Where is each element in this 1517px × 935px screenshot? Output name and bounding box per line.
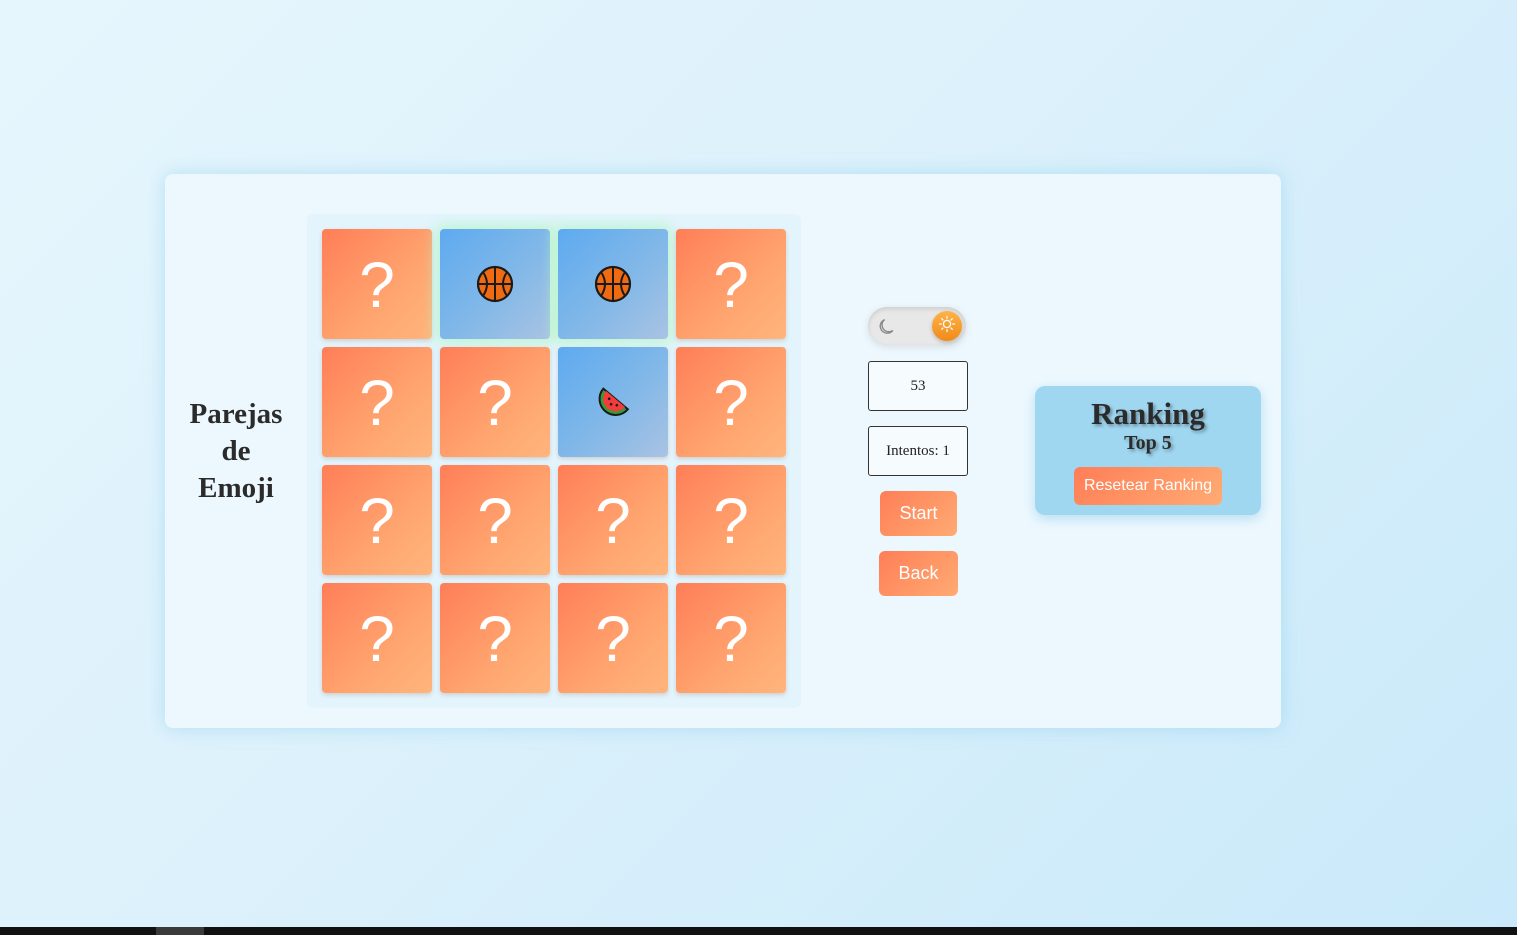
- basketball-icon: [476, 265, 514, 303]
- memory-card[interactable]: ?: [558, 583, 668, 693]
- question-mark: ?: [595, 603, 631, 675]
- timer-value: 53: [910, 377, 926, 394]
- memory-card[interactable]: ?: [676, 347, 786, 457]
- memory-card[interactable]: [558, 347, 668, 457]
- title-line: Emoji: [198, 472, 274, 504]
- question-mark: ?: [713, 603, 749, 675]
- question-mark: ?: [477, 485, 513, 557]
- sun-icon: [938, 315, 956, 338]
- question-mark: ?: [359, 367, 395, 439]
- question-mark: ?: [359, 603, 395, 675]
- question-mark: ?: [713, 367, 749, 439]
- memory-card[interactable]: ?: [558, 465, 668, 575]
- taskbar: [0, 927, 1517, 935]
- start-button[interactable]: Start: [880, 491, 957, 536]
- ranking-subtitle: Top 5: [1124, 432, 1172, 454]
- question-mark: ?: [359, 249, 395, 321]
- attempts-label: Intentos: 1: [886, 442, 950, 459]
- question-mark: ?: [595, 485, 631, 557]
- title-line: Parejas: [189, 398, 283, 430]
- back-button[interactable]: Back: [879, 551, 958, 596]
- question-mark: ?: [477, 603, 513, 675]
- memory-card[interactable]: [440, 229, 550, 339]
- moon-icon: [878, 316, 898, 341]
- question-mark: ?: [477, 367, 513, 439]
- question-mark: ?: [713, 249, 749, 321]
- memory-card[interactable]: ?: [676, 229, 786, 339]
- memory-card[interactable]: ?: [676, 465, 786, 575]
- memory-card[interactable]: ?: [440, 347, 550, 457]
- memory-card[interactable]: [558, 229, 668, 339]
- question-mark: ?: [359, 485, 395, 557]
- game-title: Parejas de Emoji: [165, 396, 307, 507]
- memory-card[interactable]: ?: [322, 347, 432, 457]
- basketball-icon: [594, 265, 632, 303]
- memory-card[interactable]: ?: [322, 465, 432, 575]
- ranking-panel: Ranking Top 5 Resetear Ranking: [1035, 386, 1261, 515]
- attempts-display: Intentos: 1: [868, 426, 968, 476]
- memory-card[interactable]: ?: [440, 465, 550, 575]
- title-line: de: [221, 435, 251, 467]
- toggle-knob[interactable]: [932, 311, 962, 341]
- reset-ranking-button[interactable]: Resetear Ranking: [1074, 467, 1222, 505]
- taskbar-item[interactable]: [156, 927, 204, 935]
- ranking-title: Ranking: [1091, 396, 1205, 431]
- memory-card[interactable]: ?: [322, 583, 432, 693]
- watermelon-icon: [594, 383, 632, 421]
- card-board: ?????????????: [307, 214, 801, 708]
- memory-card[interactable]: ?: [440, 583, 550, 693]
- question-mark: ?: [713, 485, 749, 557]
- memory-card[interactable]: ?: [676, 583, 786, 693]
- theme-toggle[interactable]: [868, 307, 966, 345]
- game-panel: Parejas de Emoji ????????????? 53 Intent…: [165, 174, 1281, 728]
- timer-display: 53: [868, 361, 968, 411]
- memory-card[interactable]: ?: [322, 229, 432, 339]
